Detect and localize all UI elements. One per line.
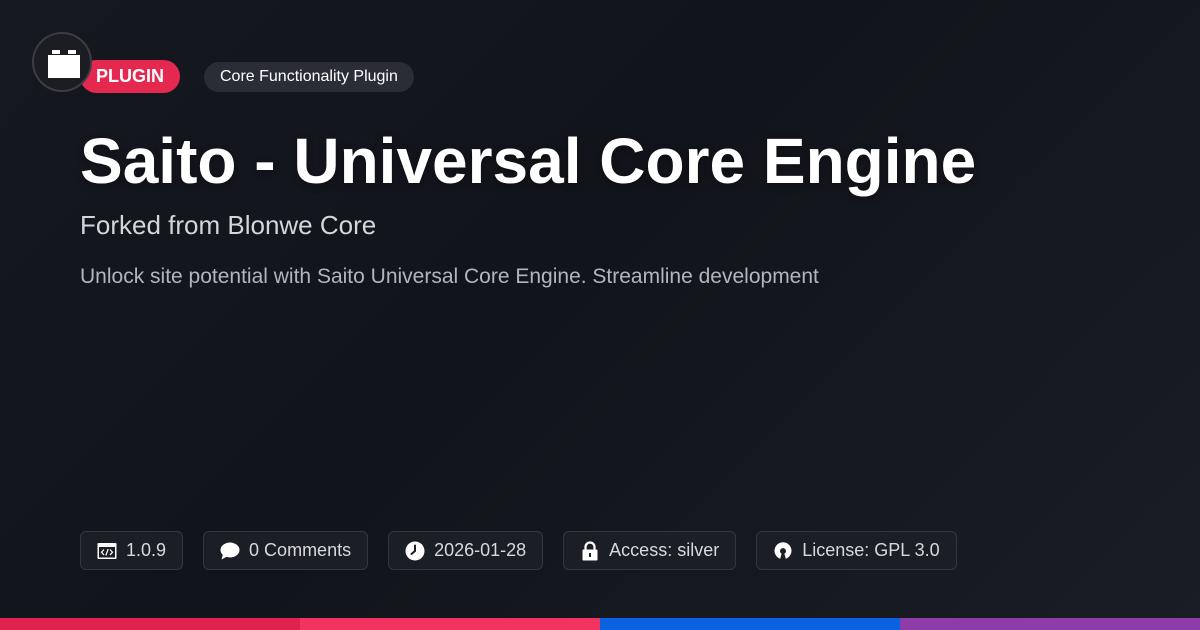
meta-row: 1.0.9 0 Comments 2026-01-28 Access: silv… bbox=[80, 531, 957, 570]
date-pill: 2026-01-28 bbox=[388, 531, 544, 570]
comments-label: 0 Comments bbox=[249, 540, 352, 560]
accent-bar-segment bbox=[600, 618, 900, 630]
comments-pill[interactable]: 0 Comments bbox=[203, 531, 369, 570]
page-title: Saito - Universal Core Engine bbox=[80, 125, 977, 197]
accent-bar-segment bbox=[300, 618, 600, 630]
plugin-type-badge: PLUGIN bbox=[80, 60, 181, 93]
speech-bubble-icon bbox=[220, 541, 240, 561]
access-label: Access: silver bbox=[609, 540, 720, 560]
plugin-logo bbox=[32, 32, 92, 92]
version-label: 1.0.9 bbox=[126, 540, 167, 560]
clock-icon bbox=[405, 541, 425, 561]
forked-from-subtitle: Forked from Blonwe Core bbox=[80, 210, 377, 240]
access-pill: Access: silver bbox=[563, 531, 737, 570]
accent-bar-segment bbox=[900, 618, 1200, 630]
open-source-icon bbox=[773, 541, 793, 561]
date-label: 2026-01-28 bbox=[434, 540, 527, 560]
lock-icon bbox=[580, 540, 600, 561]
category-badge[interactable]: Core Functionality Plugin bbox=[204, 62, 414, 92]
plugin-block-icon bbox=[48, 50, 80, 78]
accent-bar-segment bbox=[0, 618, 300, 630]
code-window-icon bbox=[97, 541, 117, 561]
accent-color-bar bbox=[0, 618, 1200, 630]
plugin-description: Unlock site potential with Saito Univers… bbox=[80, 265, 819, 288]
license-label: License: GPL 3.0 bbox=[802, 540, 940, 560]
version-pill: 1.0.9 bbox=[80, 531, 184, 570]
license-pill: License: GPL 3.0 bbox=[756, 531, 957, 570]
